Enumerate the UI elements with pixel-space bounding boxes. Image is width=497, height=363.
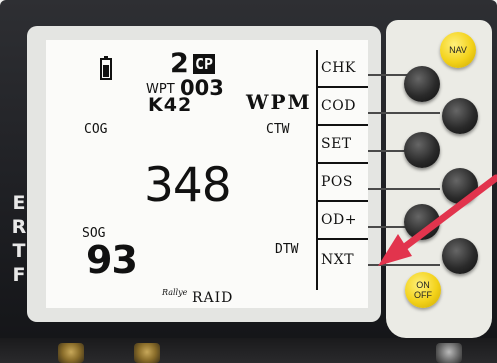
pointer-arrow-icon — [378, 174, 497, 266]
